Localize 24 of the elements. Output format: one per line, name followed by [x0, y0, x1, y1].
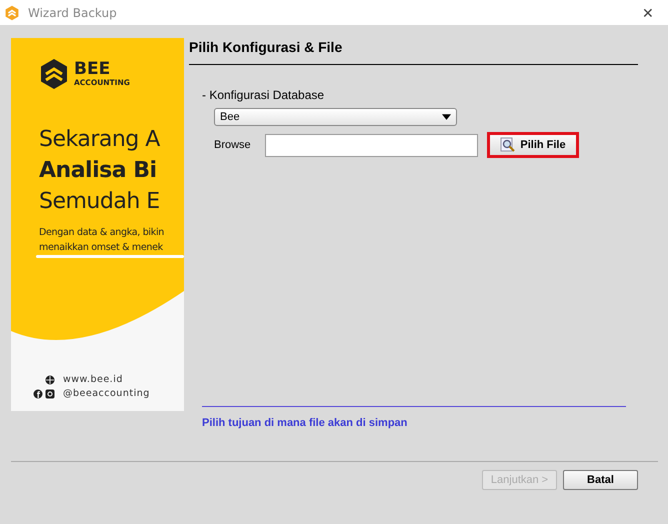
database-dropdown[interactable]: Bee	[214, 108, 457, 126]
banner-text: Dengan data & angka, bikin	[39, 226, 166, 240]
social-icons	[33, 388, 55, 398]
browse-label: Browse	[214, 139, 252, 151]
step-title: Pilih Konfigurasi & File	[189, 39, 344, 55]
social-handle: @beeaccounting	[63, 388, 150, 399]
dropdown-arrow-icon	[442, 114, 451, 120]
pilih-file-button[interactable]: Pilih File	[487, 132, 579, 158]
website-text: www.bee.id	[63, 374, 123, 385]
banner-text: menaikkan omset & menek	[39, 241, 164, 255]
globe-icon	[45, 374, 55, 384]
search-icon	[500, 137, 516, 153]
app-logo-icon	[4, 4, 20, 20]
headline-text: Semudah E	[39, 188, 161, 216]
brand-name: BEE	[74, 61, 112, 78]
section-label: - Konfigurasi Database	[202, 88, 326, 102]
headline-text: Sekarang A	[39, 126, 161, 154]
close-button[interactable]: ✕	[628, 0, 668, 25]
headline-text: Analisa Bi	[39, 157, 158, 185]
wizard-button[interactable]: Batal	[563, 470, 638, 490]
window-title: Wizard Backup	[28, 6, 117, 20]
bee-logo-icon	[39, 58, 69, 90]
browse-field[interactable]	[265, 134, 478, 156]
hint-text: Pilih tujuan di mana file akan di simpan	[202, 417, 408, 429]
